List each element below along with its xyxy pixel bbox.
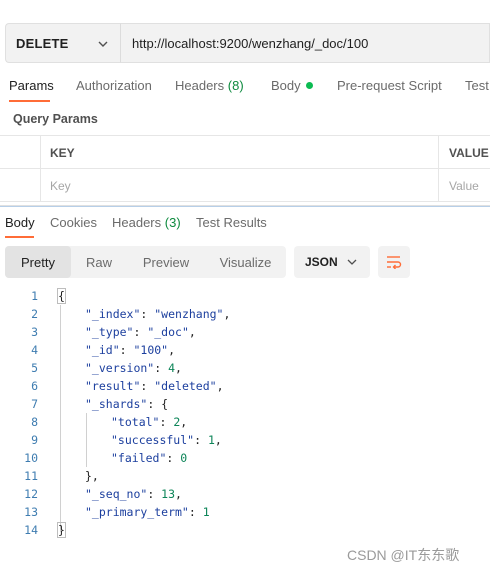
request-bar: DELETE http://localhost:9200/wenzhang/_d… — [5, 23, 490, 63]
code-line: 3 "_type": "_doc", — [0, 325, 490, 343]
json-value: 2 — [173, 415, 181, 429]
line-number: 7 — [31, 397, 38, 411]
method-label: DELETE — [16, 35, 69, 51]
code-line: 13 "_primary_term": 1 — [0, 505, 490, 523]
wrap-lines-icon — [387, 256, 402, 269]
value-column-header: VALUE — [449, 145, 489, 160]
view-mode-group: Pretty Raw Preview Visualize — [5, 246, 286, 278]
tab-headers[interactable]: Headers (8) — [175, 78, 244, 93]
json-value: "deleted" — [154, 379, 217, 393]
line-number: 1 — [31, 289, 38, 303]
json-value: 13 — [161, 487, 176, 501]
json-key: "failed" — [111, 451, 167, 465]
tab-headers-label: Headers — [175, 78, 225, 93]
response-active-tab-indicator — [5, 236, 34, 238]
code-line: 11}, — [0, 469, 490, 487]
line-number: 9 — [31, 433, 38, 447]
tab-params[interactable]: Params — [9, 78, 54, 93]
checkbox-column-header — [0, 136, 41, 169]
line-number: 10 — [24, 451, 38, 465]
code-line: 10 "failed": 0 — [0, 451, 490, 469]
line-number: 2 — [31, 307, 38, 321]
response-tab-headers-label: Headers — [112, 215, 162, 230]
line-number: 5 — [31, 361, 38, 375]
json-value: 1 — [207, 433, 215, 447]
key-column-header: KEY — [41, 136, 439, 169]
json-key: "_index" — [85, 307, 141, 321]
response-tab-test-results[interactable]: Test Results — [196, 215, 267, 230]
json-key: "total" — [111, 415, 160, 429]
code-line: 14} — [0, 522, 490, 541]
request-tabs: Params Authorization Headers (8) Body Pr… — [0, 72, 490, 102]
tab-prerequest-script[interactable]: Pre-request Script — [337, 78, 442, 93]
response-tab-headers-count: (3) — [164, 215, 181, 230]
line-number: 13 — [24, 505, 38, 519]
query-params-title: Query Params — [13, 112, 98, 126]
code-line: 2 "_index": "wenzhang", — [0, 307, 490, 325]
body-indicator-dot — [305, 82, 313, 89]
query-params-table: KEY VALUE Key Value — [0, 135, 490, 202]
line-number: 12 — [24, 487, 38, 501]
preview-button[interactable]: Preview — [127, 246, 205, 278]
json-key: "_seq_no" — [85, 487, 148, 501]
line-number: 3 — [31, 325, 38, 339]
json-value: "_doc" — [147, 325, 189, 339]
visualize-button[interactable]: Visualize — [205, 246, 286, 278]
chevron-down-icon — [347, 259, 357, 265]
response-tab-cookies[interactable]: Cookies — [50, 215, 97, 230]
table-row: Key Value — [0, 169, 490, 202]
code-line: 4 "_id": "100", — [0, 343, 490, 361]
line-number: 6 — [31, 379, 38, 393]
raw-button[interactable]: Raw — [71, 246, 127, 278]
json-value: 1 — [202, 505, 210, 519]
tab-headers-count: (8) — [227, 78, 244, 93]
pane-divider-accent — [0, 206, 490, 207]
json-value: "100" — [133, 343, 169, 357]
table-header-row: KEY VALUE — [0, 136, 490, 169]
line-number: 11 — [24, 469, 38, 483]
format-select[interactable]: JSON — [294, 246, 370, 278]
watermark: CSDN @IT东东歌 — [347, 547, 460, 563]
line-number: 14 — [24, 523, 38, 537]
code-line: 12 "_seq_no": 13, — [0, 487, 490, 505]
value-input[interactable]: Value — [439, 169, 490, 202]
code-line: 6 "result": "deleted", — [0, 379, 490, 397]
response-tab-headers[interactable]: Headers (3) — [112, 215, 181, 230]
url-input[interactable]: http://localhost:9200/wenzhang/_doc/100 — [120, 23, 490, 63]
json-value: "wenzhang" — [154, 307, 224, 321]
wrap-lines-button[interactable] — [378, 246, 410, 278]
json-key: "_version" — [85, 361, 155, 375]
pretty-button[interactable]: Pretty — [5, 246, 71, 278]
code-line: 7 "_shards": { — [0, 397, 490, 415]
tab-body[interactable]: Body — [271, 78, 313, 93]
code-line: 9 "successful": 1, — [0, 433, 490, 451]
chevron-down-icon — [98, 41, 108, 47]
line-number: 8 — [31, 415, 38, 429]
code-line: 1{ — [0, 288, 490, 307]
line-number: 4 — [31, 343, 38, 357]
json-key: "successful" — [111, 433, 195, 447]
key-input[interactable]: Key — [41, 169, 439, 202]
json-key: "_type" — [85, 325, 134, 339]
response-tab-body[interactable]: Body — [5, 215, 35, 230]
row-checkbox-cell — [0, 169, 41, 202]
method-select[interactable]: DELETE — [5, 23, 120, 63]
format-label: JSON — [305, 255, 338, 269]
code-line: 8 "total": 2, — [0, 415, 490, 433]
json-key: "result" — [85, 379, 141, 393]
json-key: "_id" — [85, 343, 120, 357]
json-value: 4 — [168, 361, 176, 375]
json-key: "_primary_term" — [85, 505, 189, 519]
active-tab-indicator — [9, 100, 50, 102]
tab-body-label: Body — [271, 78, 301, 93]
tab-authorization[interactable]: Authorization — [76, 78, 152, 93]
json-key: "_shards" — [85, 397, 148, 411]
code-line: 5 "_version": 4, — [0, 361, 490, 379]
json-value: 0 — [180, 451, 188, 465]
tab-tests[interactable]: Test — [465, 78, 489, 93]
